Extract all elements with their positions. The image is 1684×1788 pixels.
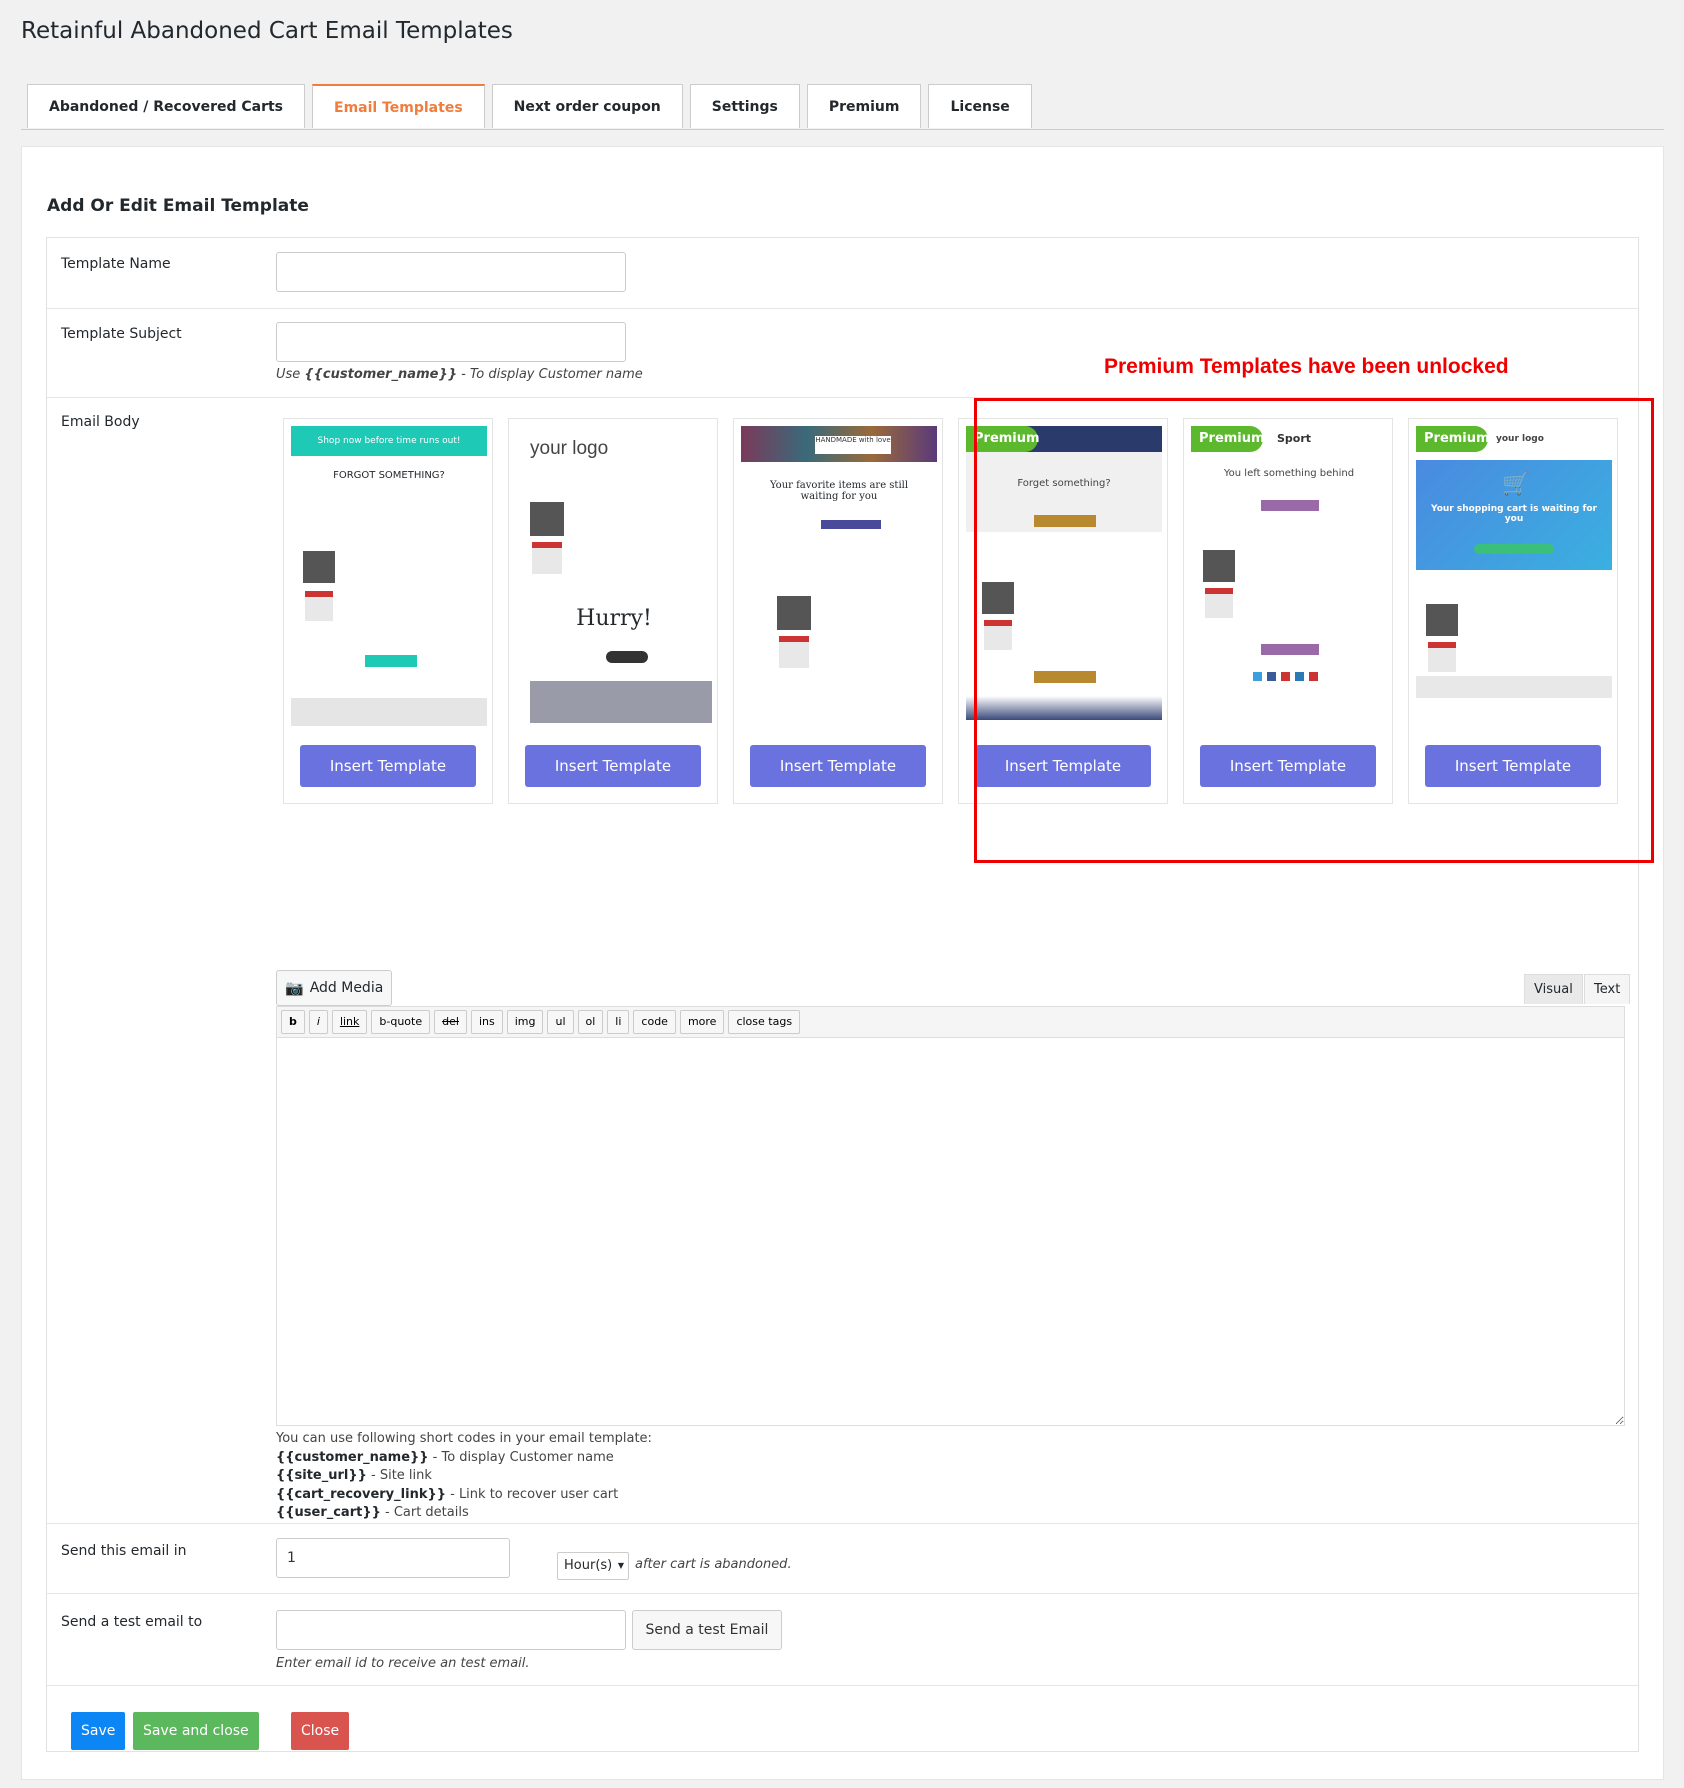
add-media-button[interactable]: 📷 Add Media	[276, 970, 393, 1006]
template-form: Template Name Template Subject Use {{cus…	[46, 237, 1654, 1752]
email-body-editor[interactable]	[276, 1038, 1625, 1426]
preview-button	[606, 651, 648, 663]
preview-heading: Your favorite items are still waiting fo…	[769, 480, 909, 502]
preview-banner: Shop now before time runs out!	[291, 426, 487, 456]
qt-close-tags-button[interactable]: close tags	[728, 1010, 801, 1034]
template-card-3: HANDMADE with love Your favorite items a…	[733, 418, 943, 804]
shortcode-item: {{user_cart}} - Cart details	[276, 1505, 469, 1520]
preview-button	[365, 655, 417, 667]
qt-more-button[interactable]: more	[679, 1010, 725, 1034]
send-test-email-button[interactable]: Send a test Email	[632, 1610, 782, 1650]
product-image	[530, 502, 564, 536]
send-in-unit-value: Hour(s)	[564, 1558, 613, 1573]
qt-bold-button[interactable]: b	[281, 1010, 305, 1034]
save-button[interactable]: Save	[71, 1712, 126, 1750]
product-image	[303, 551, 335, 583]
premium-highlight-box	[974, 398, 1654, 863]
media-icon: 📷	[285, 979, 304, 997]
template-card-1: Shop now before time runs out! FORGOT SO…	[283, 418, 493, 804]
tab-license[interactable]: License	[928, 84, 1032, 128]
nav-tabs: Abandoned / Recovered Carts Email Templa…	[27, 84, 1039, 128]
product-image	[777, 596, 811, 630]
preview-footer	[530, 681, 712, 723]
template-card-2: your logo Hurry! Insert Template	[508, 418, 718, 804]
template-preview-2: your logo Hurry!	[516, 426, 712, 726]
tab-settings[interactable]: Settings	[689, 84, 800, 128]
tab-email-templates[interactable]: Email Templates	[312, 84, 485, 128]
qt-del-button[interactable]: del	[434, 1010, 467, 1034]
row-divider	[47, 1523, 1638, 1524]
insert-template-button[interactable]: Insert Template	[525, 745, 701, 787]
save-and-close-button[interactable]: Save and close	[133, 1712, 259, 1750]
chevron-down-icon: ▼	[617, 1561, 624, 1570]
quicktags-toolbar: b i link b-quote del ins img ul ol li co…	[276, 1006, 1625, 1038]
qt-ol-button[interactable]: ol	[577, 1010, 604, 1034]
subject-hint: Use {{customer_name}} - To display Custo…	[276, 367, 643, 382]
insert-template-button[interactable]: Insert Template	[300, 745, 476, 787]
send-in-suffix: after cart is abandoned.	[635, 1557, 792, 1572]
preview-heading: Hurry!	[576, 606, 652, 631]
template-subject-input[interactable]	[276, 322, 626, 362]
shortcode-item: {{cart_recovery_link}} - Link to recover…	[276, 1486, 619, 1502]
template-name-input[interactable]	[276, 252, 626, 292]
product-image	[779, 636, 809, 668]
qt-bquote-button[interactable]: b-quote	[371, 1010, 431, 1034]
row-divider	[47, 1685, 1638, 1686]
template-preview-1: Shop now before time runs out! FORGOT SO…	[291, 426, 487, 726]
close-button[interactable]: Close	[291, 1712, 350, 1750]
product-image	[532, 542, 562, 574]
section-title: Add Or Edit Email Template	[47, 196, 309, 216]
tab-premium[interactable]: Premium	[806, 84, 922, 128]
qt-img-button[interactable]: img	[506, 1010, 544, 1034]
insert-template-button[interactable]: Insert Template	[750, 745, 926, 787]
tab-abandoned-carts[interactable]: Abandoned / Recovered Carts	[27, 84, 306, 128]
preview-button	[821, 520, 881, 529]
add-media-label: Add Media	[309, 980, 384, 996]
preview-logo: HANDMADE with love	[815, 436, 891, 454]
qt-code-button[interactable]: code	[633, 1010, 676, 1034]
preview-logo: your logo	[530, 438, 609, 459]
shortcode-item: {{customer_name}} - To display Customer …	[276, 1449, 614, 1465]
template-subject-label: Template Subject	[61, 326, 182, 342]
send-in-unit-select[interactable]: Hour(s) ▼	[557, 1552, 629, 1580]
qt-italic-button[interactable]: i	[308, 1010, 328, 1034]
shortcodes-intro: You can use following short codes in you…	[276, 1431, 652, 1446]
email-body-label: Email Body	[61, 414, 140, 430]
qt-ins-button[interactable]: ins	[470, 1010, 503, 1034]
qt-li-button[interactable]: li	[607, 1010, 630, 1034]
qt-ul-button[interactable]: ul	[547, 1010, 574, 1034]
tab-visual[interactable]: Visual	[1524, 974, 1583, 1004]
template-name-label: Template Name	[61, 256, 171, 272]
test-email-input[interactable]	[276, 1610, 626, 1650]
preview-heading: FORGOT SOMETHING?	[333, 470, 445, 481]
tab-divider	[21, 129, 1664, 130]
tab-text[interactable]: Text	[1584, 974, 1631, 1004]
product-image	[305, 591, 333, 621]
send-in-label: Send this email in	[61, 1543, 187, 1559]
row-divider	[47, 1593, 1638, 1594]
test-email-hint: Enter email id to receive an test email.	[276, 1656, 530, 1671]
main-panel: Add Or Edit Email Template Template Name…	[21, 146, 1664, 1780]
shortcode-item: {{site_url}} - Site link	[276, 1468, 432, 1483]
test-email-label: Send a test email to	[61, 1614, 203, 1630]
qt-link-button[interactable]: link	[331, 1010, 368, 1034]
send-in-input[interactable]	[276, 1538, 510, 1578]
shortcodes-help: You can use following short codes in you…	[276, 1430, 652, 1523]
premium-unlocked-note: Premium Templates have been unlocked	[1104, 355, 1509, 378]
tab-next-order-coupon[interactable]: Next order coupon	[491, 84, 683, 128]
preview-footer	[291, 698, 487, 726]
row-divider	[47, 308, 1638, 309]
template-preview-3: HANDMADE with love Your favorite items a…	[741, 426, 937, 726]
page-title: Retainful Abandoned Cart Email Templates	[21, 18, 513, 44]
